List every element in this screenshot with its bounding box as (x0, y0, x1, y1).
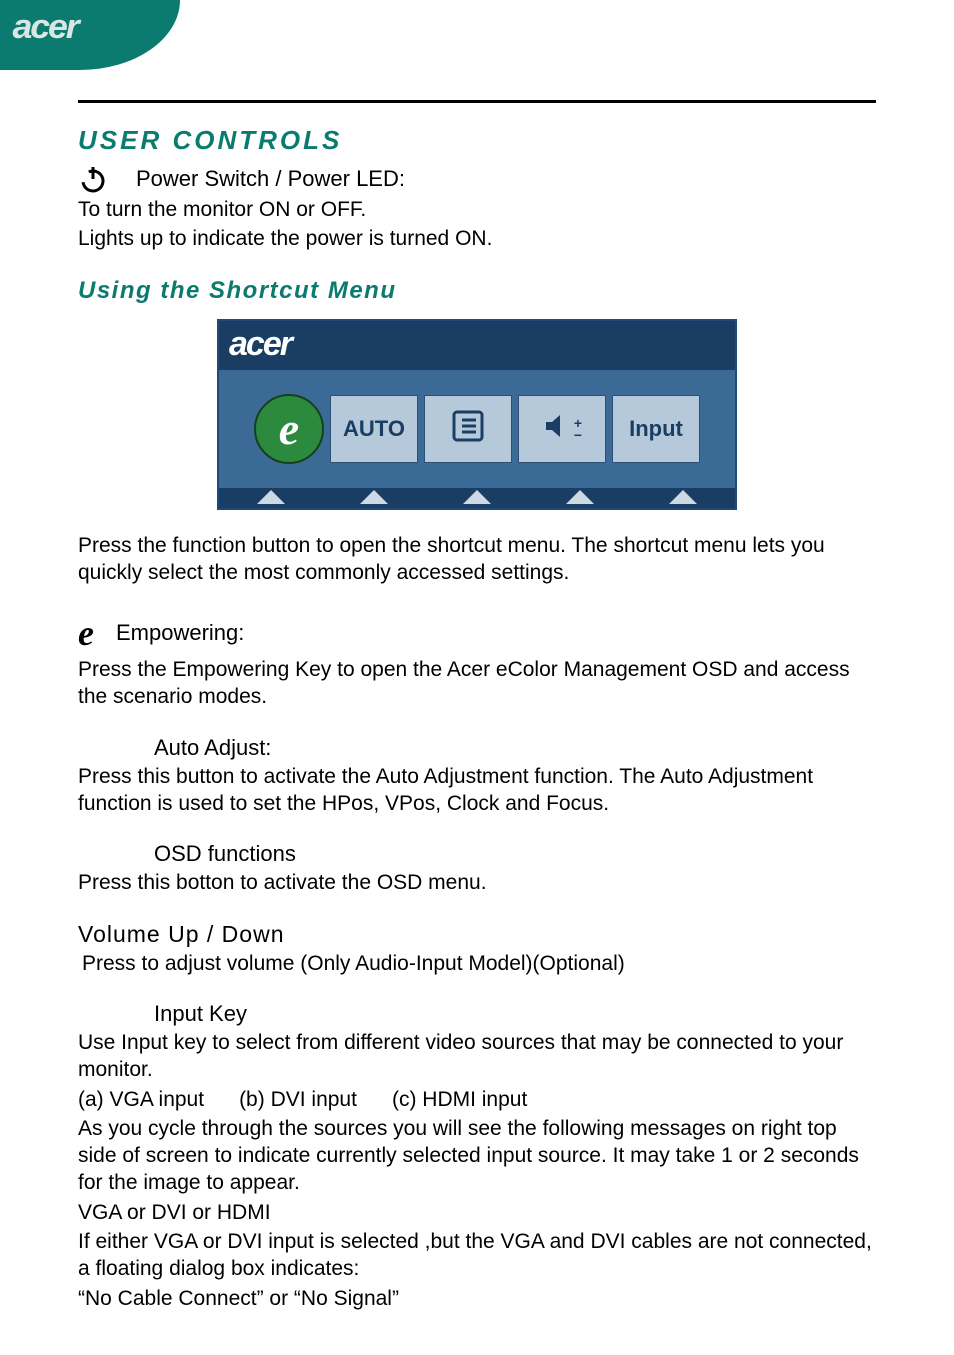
volume-label: Volume Up / Down (78, 921, 876, 948)
arrow-up-icon (257, 490, 285, 504)
input-key-l1: Use Input key to select from different v… (78, 1029, 876, 1084)
empowering-heading-row: e Empowering: (78, 612, 876, 654)
horizontal-rule (78, 100, 876, 103)
osd-auto-button[interactable]: AUTO (330, 395, 418, 463)
empowering-desc: Press the Empowering Key to open the Ace… (78, 656, 876, 711)
power-label: Power Switch / Power LED: (136, 166, 405, 192)
brand-corner-badge: acer (0, 0, 180, 70)
arrow-up-icon (360, 490, 388, 504)
osd-functions-label: OSD functions (154, 841, 296, 867)
section-title-user-controls: USER CONTROLS (78, 125, 876, 156)
osd-menu-button[interactable] (424, 395, 512, 463)
input-key-l6: “No Cable Connect” or “No Signal” (78, 1285, 876, 1312)
speaker-icon (542, 411, 572, 447)
auto-adjust-label: Auto Adjust: (154, 735, 271, 761)
input-key-l3: As you cycle through the sources you wil… (78, 1115, 876, 1197)
arrow-up-icon (463, 490, 491, 504)
input-key-label: Input Key (154, 1001, 247, 1027)
empowering-e-icon: e (279, 402, 299, 455)
osd-footer-arrows (219, 488, 735, 508)
osd-functions-desc: Press this botton to activate the OSD me… (78, 869, 876, 896)
osd-empowering-button[interactable]: e (254, 394, 324, 464)
osd-button-row: e AUTO (219, 370, 735, 488)
empowering-label: Empowering: (116, 620, 244, 646)
power-desc-1: To turn the monitor ON or OFF. (78, 196, 876, 223)
section-title-shortcut-menu: Using the Shortcut Menu (78, 277, 876, 305)
arrow-up-icon (566, 490, 594, 504)
auto-adjust-desc: Press this button to activate the Auto A… (78, 763, 876, 818)
osd-titlebar: acer (219, 321, 735, 370)
empowering-e-icon: e (78, 612, 94, 654)
shortcut-desc: Press the function button to open the sh… (78, 532, 876, 587)
menu-list-icon (450, 408, 486, 450)
input-key-l2: (a) VGA input (b) DVI input (c) HDMI inp… (78, 1086, 876, 1113)
input-key-l4: VGA or DVI or HDMI (78, 1199, 876, 1226)
arrow-up-icon (669, 490, 697, 504)
plus-minus-icon: +− (574, 417, 582, 441)
osd-auto-label: AUTO (343, 416, 405, 442)
osd-input-button[interactable]: Input (612, 395, 700, 463)
acer-logo: acer (12, 8, 77, 47)
power-row: Power Switch / Power LED: (78, 164, 876, 194)
page-content: USER CONTROLS Power Switch / Power LED: … (0, 70, 954, 1354)
volume-desc: Press to adjust volume (Only Audio-Input… (82, 950, 876, 977)
osd-volume-button[interactable]: +− (518, 395, 606, 463)
acer-logo-osd: acer (229, 325, 291, 363)
osd-input-label: Input (629, 416, 683, 442)
osd-panel: acer e AUTO (217, 319, 737, 510)
power-icon (78, 164, 108, 194)
input-key-l5: If either VGA or DVI input is selected ,… (78, 1228, 876, 1283)
power-desc-2: Lights up to indicate the power is turne… (78, 225, 876, 252)
